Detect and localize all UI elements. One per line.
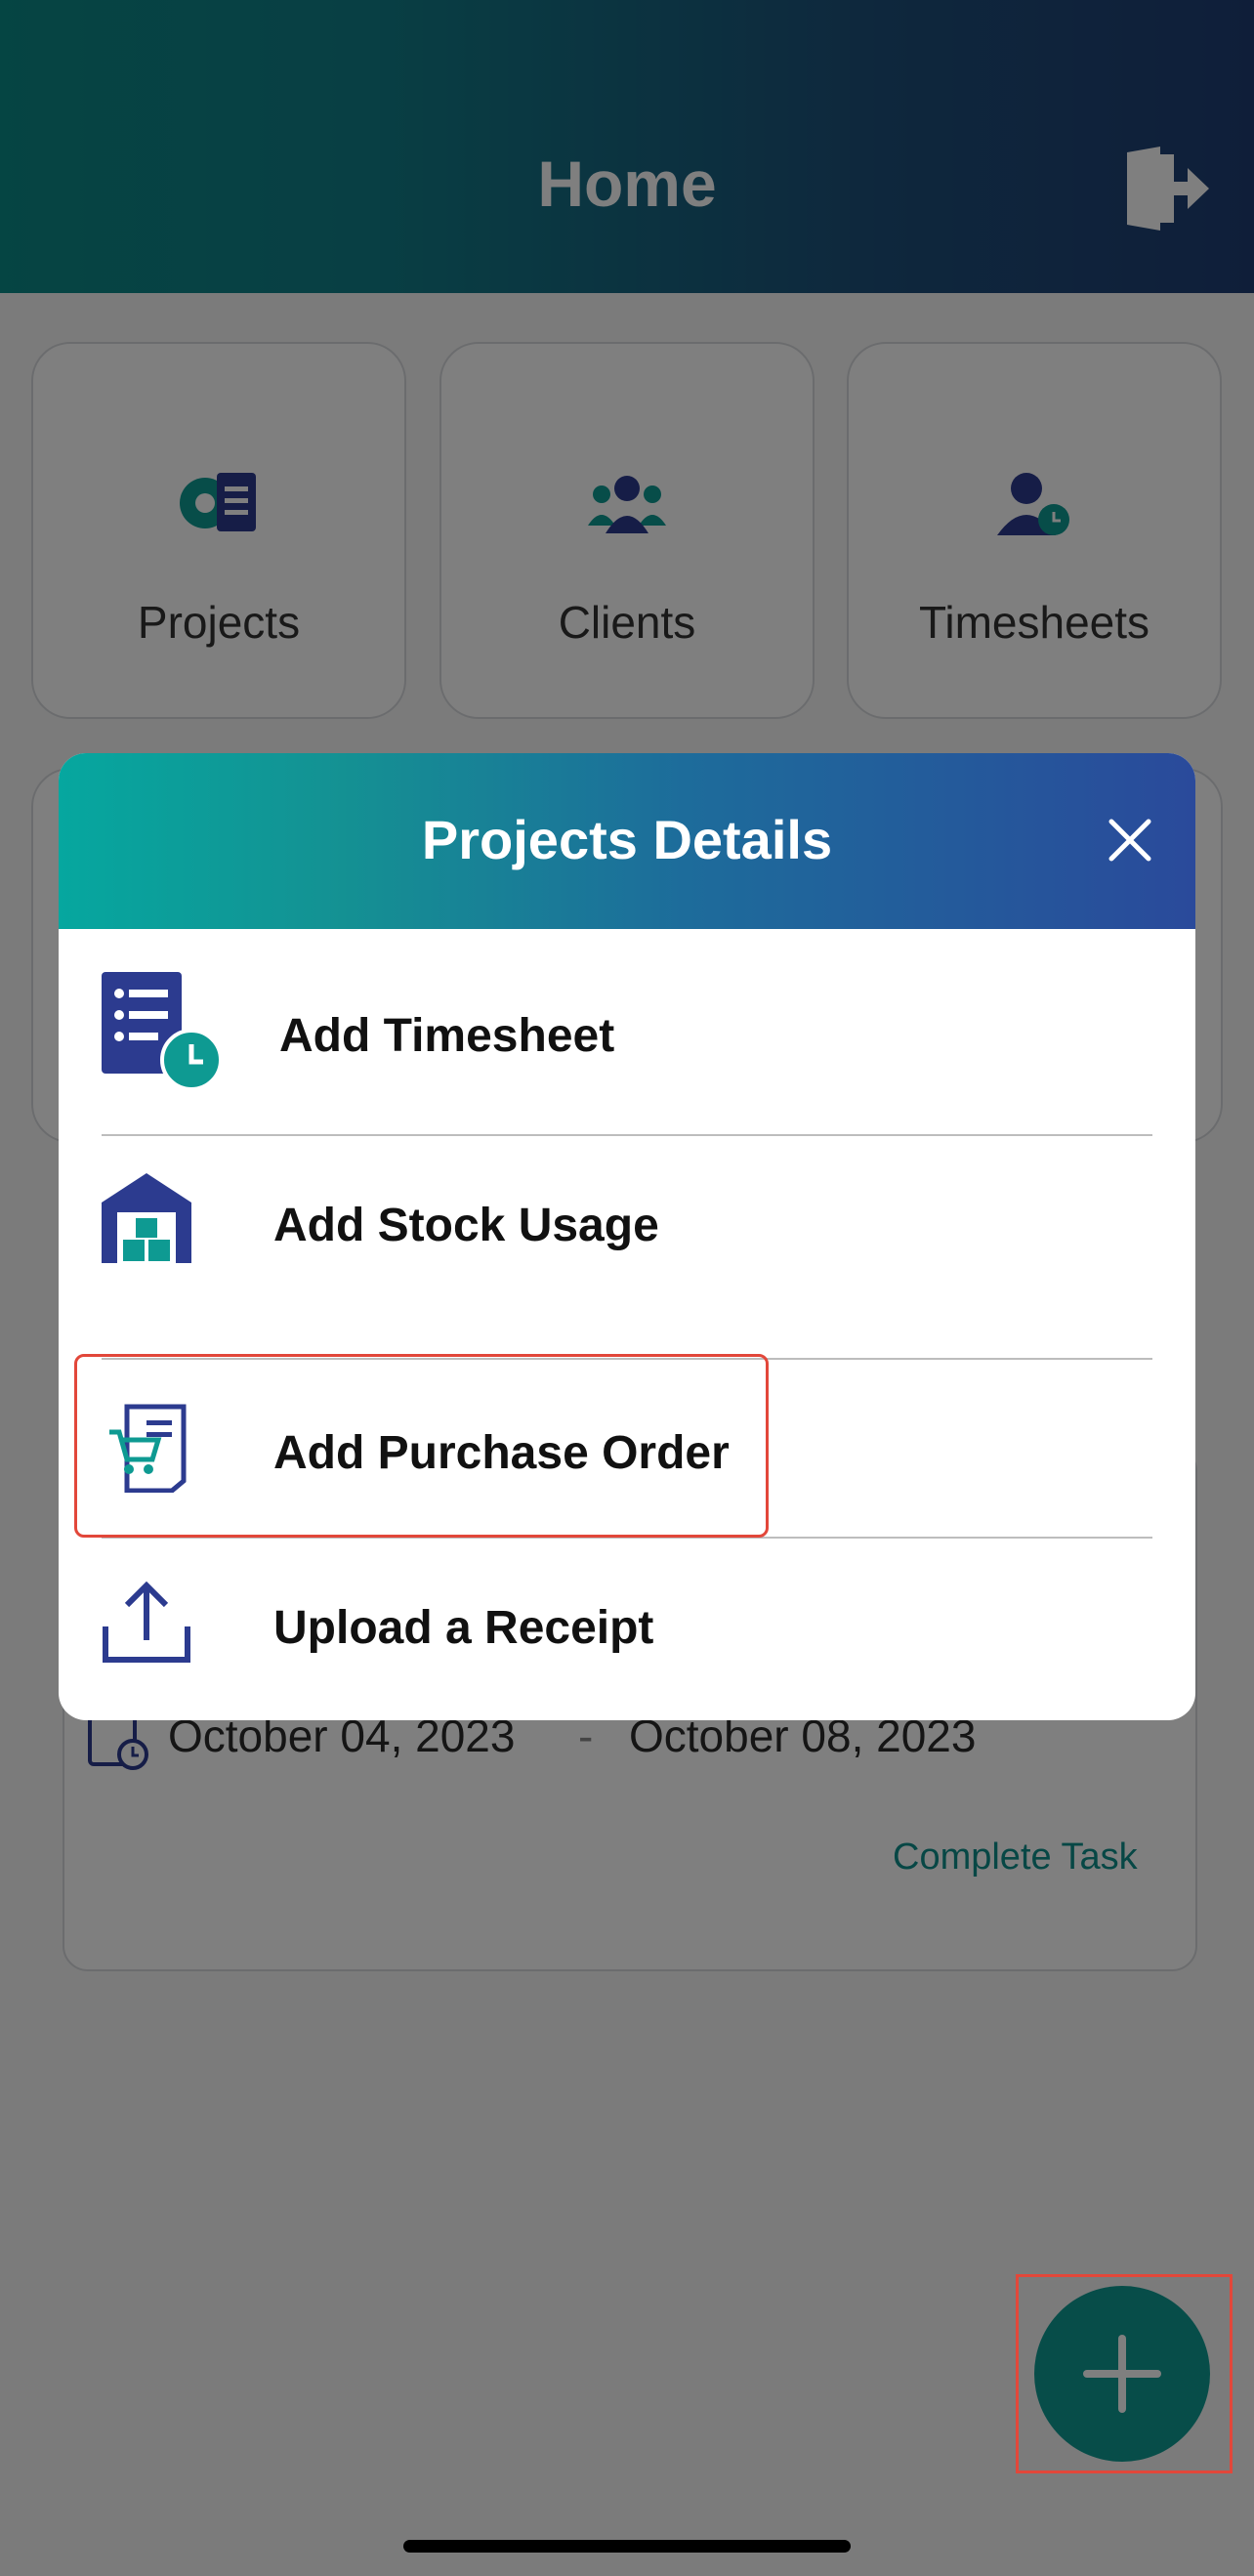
menu-item-label: Add Stock Usage bbox=[273, 1200, 659, 1251]
menu-item-label: Upload a Receipt bbox=[273, 1602, 654, 1654]
timesheet-document-clock-icon bbox=[102, 972, 223, 1091]
menu-item-label: Add Timesheet bbox=[279, 1010, 615, 1062]
menu-item-add-timesheet[interactable]: Add Timesheet bbox=[59, 929, 1195, 1134]
home-indicator bbox=[403, 2540, 851, 2553]
close-icon[interactable] bbox=[1108, 818, 1152, 863]
fab-highlight-box bbox=[1016, 2274, 1233, 2473]
purchase-order-highlight-box bbox=[74, 1354, 769, 1538]
menu-item-add-stock-usage[interactable]: Add Stock Usage bbox=[59, 1136, 1195, 1357]
menu-item-upload-receipt[interactable]: Upload a Receipt bbox=[59, 1539, 1195, 1720]
upload-icon bbox=[103, 1582, 190, 1663]
modal-header: Projects Details bbox=[59, 753, 1195, 929]
warehouse-icon bbox=[102, 1173, 191, 1263]
modal-title: Projects Details bbox=[421, 809, 833, 870]
projects-details-modal: Projects Details Add Timesheet Add Stock… bbox=[59, 753, 1195, 1720]
